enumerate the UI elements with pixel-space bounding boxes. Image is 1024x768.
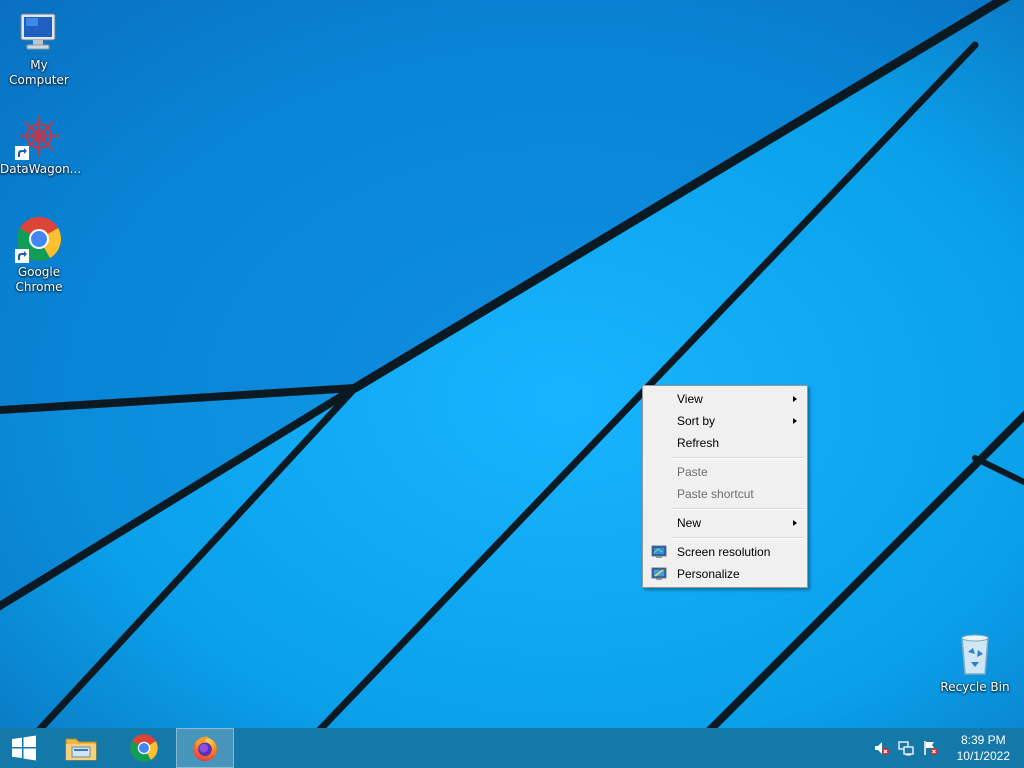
desktop-icon-label: DataWagon... [0,162,82,176]
desktop-icon-label: My Computer [9,58,69,87]
menu-item-sort-by[interactable]: Sort by [645,410,805,432]
menu-item-label: Refresh [677,436,720,450]
submenu-arrow-icon [793,396,797,402]
menu-separator [673,508,804,510]
desktop-icon-datawagon[interactable]: DataWagon... [0,112,82,177]
clock-date: 10/1/2022 [956,749,1010,763]
taskbar: 8:39 PM 10/1/2022 [0,728,1024,768]
recycle-bin-icon [951,630,999,678]
submenu-arrow-icon [793,520,797,526]
menu-separator [673,537,804,539]
menu-item-paste-shortcut[interactable]: Paste shortcut [645,483,805,505]
personalize-icon [651,567,667,580]
desktop-icon-label-line2: Chrome [15,280,63,294]
menu-item-label: Paste [677,465,708,479]
desktop-icon-label: Recycle Bin [940,680,1010,694]
menu-separator [673,457,804,459]
desktop-icon-my-computer[interactable]: My Computer [0,8,78,88]
desktop-icon-label-line1: Google [17,265,61,279]
desktop-context-menu: View Sort by Refresh Paste Paste shortcu… [642,385,808,588]
chrome-icon [130,734,158,762]
firefox-icon [193,736,217,762]
menu-item-paste[interactable]: Paste [645,461,805,483]
computer-icon [15,8,63,56]
taskbar-clock[interactable]: 8:39 PM 10/1/2022 [957,732,1010,764]
menu-item-label: Sort by [677,414,716,428]
datawagon-icon [15,112,63,160]
submenu-arrow-icon [793,418,797,424]
menu-item-label: View [677,392,703,406]
menu-item-new[interactable]: New [645,512,805,534]
menu-item-label: New [677,516,702,530]
menu-item-personalize[interactable]: Personalize [645,563,805,585]
menu-item-view[interactable]: View [645,388,805,410]
menu-item-refresh[interactable]: Refresh [645,432,805,454]
taskbar-chrome[interactable] [116,728,172,768]
wallpaper [0,0,1024,728]
taskbar-file-explorer[interactable] [53,728,109,768]
windows-start-icon [12,735,36,761]
chrome-icon [15,215,63,263]
action-center-flag-icon[interactable] [922,740,938,756]
menu-item-label: Screen resolution [677,545,771,559]
taskbar-firefox[interactable] [176,728,234,768]
volume-muted-icon[interactable] [873,740,889,756]
network-icon[interactable] [898,740,914,756]
screen-resolution-icon [651,545,667,558]
menu-item-label: Paste shortcut [677,487,754,501]
start-button[interactable] [0,728,48,768]
clock-time: 8:39 PM [960,733,1006,747]
folder-icon [65,738,97,761]
desktop-icon-google-chrome[interactable]: Google Chrome [0,215,78,295]
shortcut-arrow-icon [15,146,29,160]
desktop-icon-recycle-bin[interactable]: Recycle Bin [936,630,1014,695]
shortcut-arrow-icon [15,249,29,263]
menu-item-screen-resolution[interactable]: Screen resolution [645,541,805,563]
desktop[interactable]: My Computer DataWagon... Google Chrome R… [0,0,1024,728]
menu-item-label: Personalize [677,567,740,581]
